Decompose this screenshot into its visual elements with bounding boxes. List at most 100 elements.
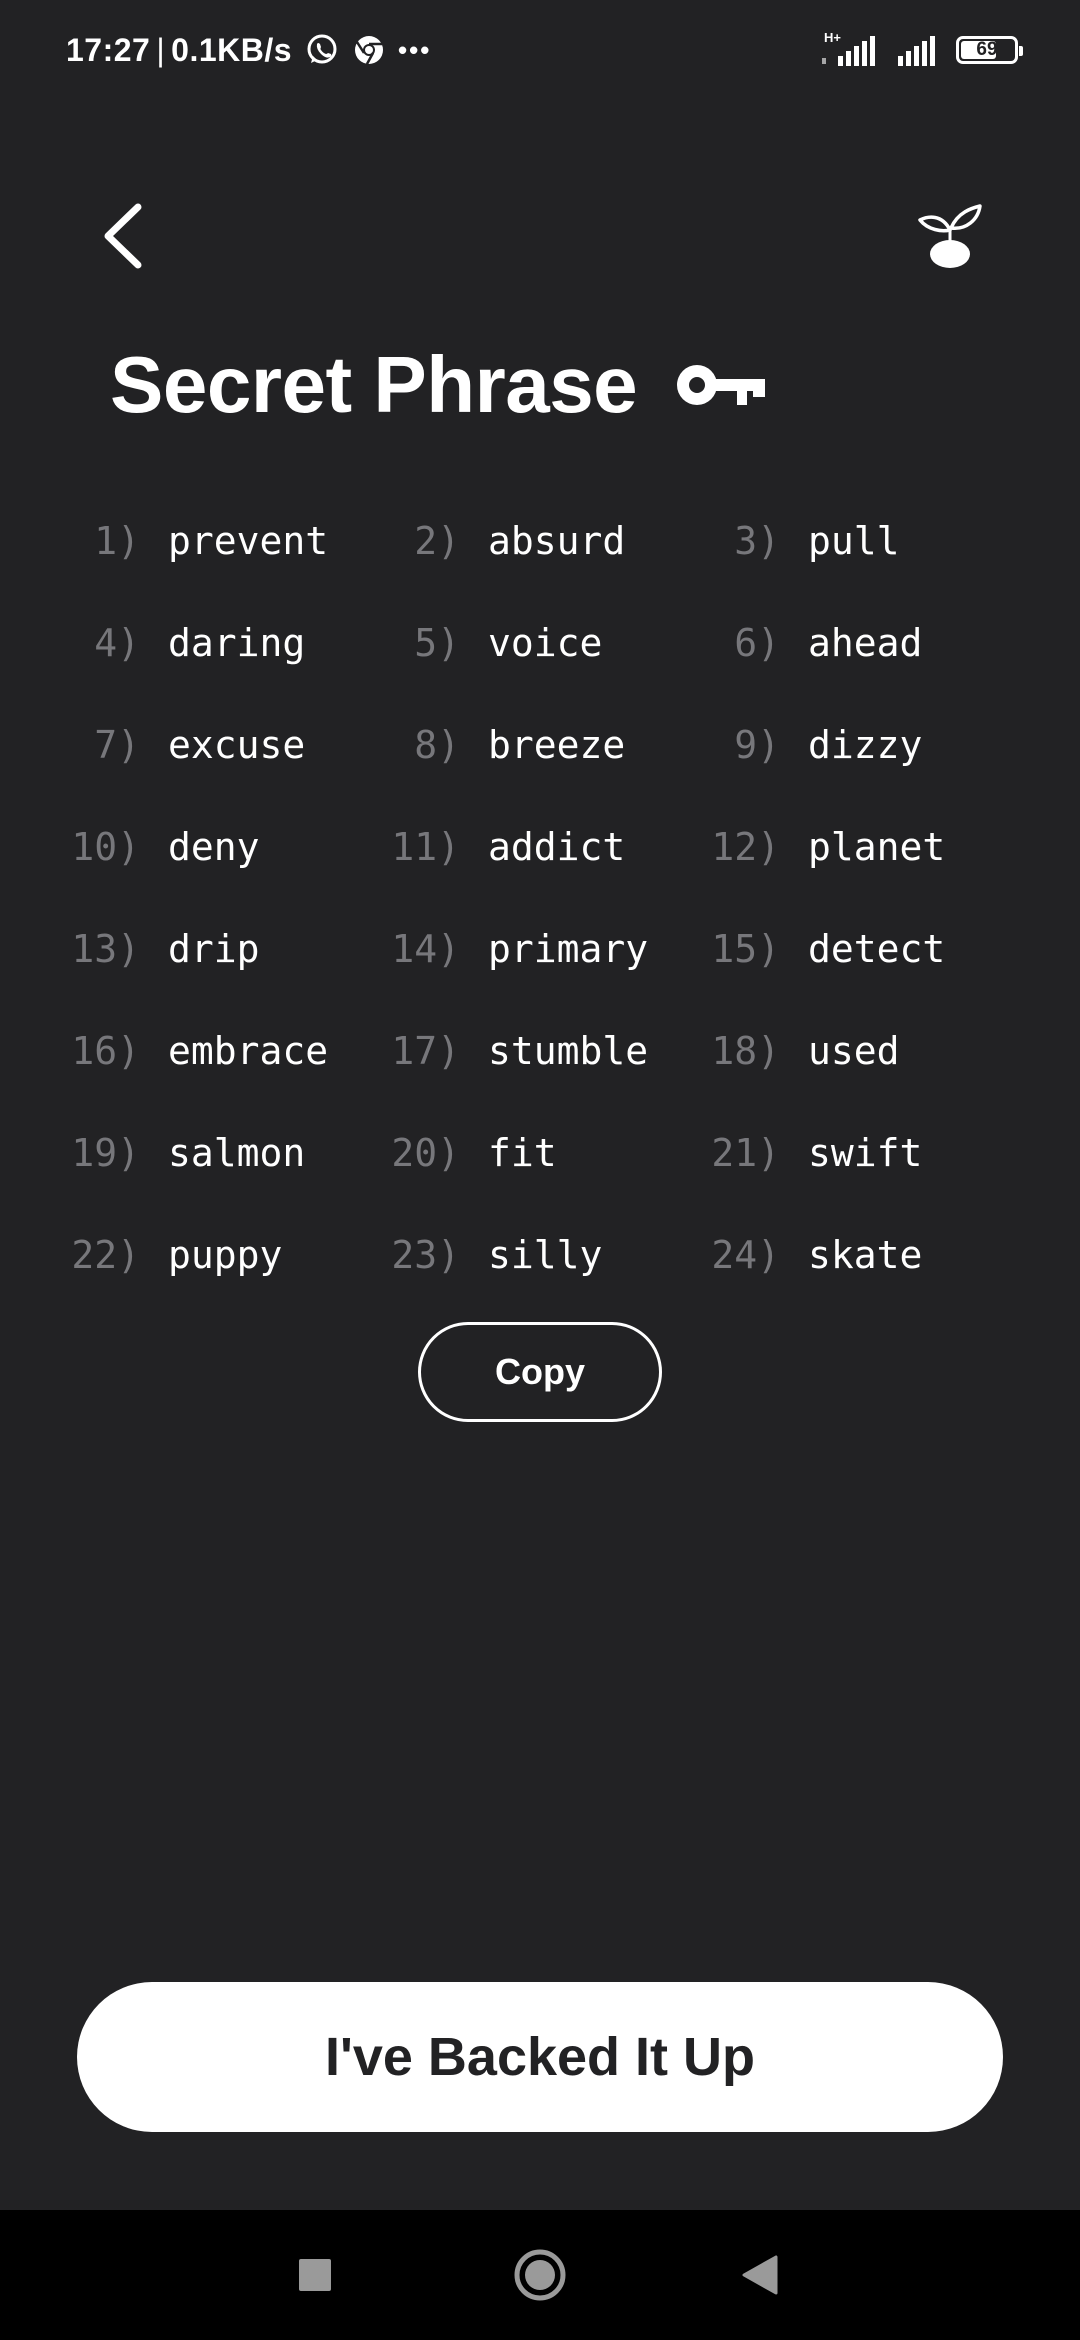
page-title: Secret Phrase — [110, 340, 638, 429]
seed-row: 16) embrace 17) stumble 18) used — [60, 1000, 1020, 1102]
seed-word: swift — [808, 1131, 923, 1175]
status-left: 17:27 | 0.1KB/s ••• — [66, 30, 431, 70]
seed-word: primary — [488, 927, 649, 971]
title-row: Secret Phrase — [110, 330, 767, 440]
seed-word: salmon — [168, 1131, 306, 1175]
seed-word-item: 19) salmon — [60, 1102, 380, 1204]
seed-number: 1) — [94, 519, 140, 563]
battery-level: 69 — [976, 39, 998, 60]
seed-number: 4) — [94, 621, 140, 665]
seed-word-item: 23) silly — [380, 1204, 700, 1306]
seed-word: daring — [168, 621, 306, 665]
battery-icon: 69 — [956, 36, 1023, 64]
seed-word-item: 16) embrace — [60, 1000, 380, 1102]
seed-word-item: 18) used — [700, 1000, 1020, 1102]
seed-word: absurd — [488, 519, 626, 563]
seed-word: dizzy — [808, 723, 923, 767]
navigation-bar — [0, 2210, 1080, 2340]
nav-back-button[interactable] — [725, 2240, 795, 2310]
seed-word-item: 17) stumble — [380, 1000, 700, 1102]
seed-word: silly — [488, 1233, 603, 1277]
seed-number: 5) — [414, 621, 460, 665]
seed-word-item: 15) detect — [700, 898, 1020, 1000]
circle-icon — [514, 2249, 566, 2301]
seed-word: voice — [488, 621, 603, 665]
seed-number: 15) — [711, 927, 780, 971]
sprout-button[interactable] — [910, 196, 990, 276]
seed-word: ahead — [808, 621, 923, 665]
seed-word: drip — [168, 927, 260, 971]
seed-number: 2) — [414, 519, 460, 563]
seed-number: 21) — [711, 1131, 780, 1175]
seed-word-item: 14) primary — [380, 898, 700, 1000]
seed-word: deny — [168, 825, 260, 869]
seed-number: 7) — [94, 723, 140, 767]
seed-word-item: 7) excuse — [60, 694, 380, 796]
chrome-icon — [352, 33, 386, 67]
copy-button[interactable]: Copy — [418, 1322, 662, 1422]
recents-button[interactable] — [280, 2240, 350, 2310]
seed-word: fit — [488, 1131, 557, 1175]
seed-number: 16) — [71, 1029, 140, 1073]
seed-number: 8) — [414, 723, 460, 767]
seed-number: 17) — [391, 1029, 460, 1073]
square-icon — [299, 2259, 331, 2291]
seed-word: embrace — [168, 1029, 329, 1073]
seed-number: 23) — [391, 1233, 460, 1277]
seed-number: 11) — [391, 825, 460, 869]
seed-word-item: 4) daring — [60, 592, 380, 694]
seed-number: 20) — [391, 1131, 460, 1175]
seed-word-item: 8) breeze — [380, 694, 700, 796]
seed-word: stumble — [488, 1029, 649, 1073]
back-button[interactable] — [92, 196, 152, 276]
seed-row: 10) deny 11) addict 12) planet — [60, 796, 1020, 898]
seed-word: planet — [808, 825, 946, 869]
seed-row: 4) daring 5) voice 6) ahead — [60, 592, 1020, 694]
seed-row: 22) puppy 23) silly 24) skate — [60, 1204, 1020, 1306]
seed-word-item: 24) skate — [700, 1204, 1020, 1306]
seed-word: pull — [808, 519, 900, 563]
home-button[interactable] — [505, 2240, 575, 2310]
seed-number: 10) — [71, 825, 140, 869]
seed-word-item: 10) deny — [60, 796, 380, 898]
chevron-left-icon — [104, 203, 142, 269]
seed-number: 9) — [734, 723, 780, 767]
seed-number: 12) — [711, 825, 780, 869]
seed-word: breeze — [488, 723, 626, 767]
seed-row: 7) excuse 8) breeze 9) dizzy — [60, 694, 1020, 796]
seed-number: 24) — [711, 1233, 780, 1277]
seed-number: 3) — [734, 519, 780, 563]
status-time: 17:27 — [66, 31, 151, 68]
status-separator: | — [156, 31, 166, 68]
status-net-speed: 0.1KB/s — [171, 31, 293, 68]
seed-number: 19) — [71, 1131, 140, 1175]
seed-word: addict — [488, 825, 626, 869]
seed-number: 18) — [711, 1029, 780, 1073]
seed-word: puppy — [168, 1233, 283, 1277]
seed-phrase-grid: 1) prevent 2) absurd 3) pull 4) daring 5) voi… — [60, 490, 1020, 1306]
triangle-back-icon — [742, 2255, 778, 2295]
signal-hplus-icon: H+ — [820, 30, 880, 68]
seed-word-item: 1) prevent — [60, 490, 380, 592]
seed-word-item: 21) swift — [700, 1102, 1020, 1204]
whatsapp-icon — [304, 32, 340, 68]
seed-word-item: 13) drip — [60, 898, 380, 1000]
backed-up-button[interactable]: I've Backed It Up — [77, 1982, 1003, 2132]
seed-row: 13) drip 14) primary 15) detect — [60, 898, 1020, 1000]
status-right: H+ 69 — [820, 28, 1023, 72]
seed-word-item: 12) planet — [700, 796, 1020, 898]
sprout-icon — [918, 204, 982, 268]
seed-row: 19) salmon 20) fit 21) swift — [60, 1102, 1020, 1204]
seed-word-item: 6) ahead — [700, 592, 1020, 694]
seed-number: 6) — [734, 621, 780, 665]
status-bar: 17:27 | 0.1KB/s ••• H+ 69 — [0, 0, 1080, 100]
seed-word-item: 20) fit — [380, 1102, 700, 1204]
seed-row: 1) prevent 2) absurd 3) pull — [60, 490, 1020, 592]
key-icon — [673, 357, 767, 413]
seed-word: skate — [808, 1233, 923, 1277]
seed-word: used — [808, 1029, 900, 1073]
signal-icon — [896, 32, 940, 68]
seed-word-item: 11) addict — [380, 796, 700, 898]
seed-number: 13) — [71, 927, 140, 971]
seed-word: prevent — [168, 519, 329, 563]
